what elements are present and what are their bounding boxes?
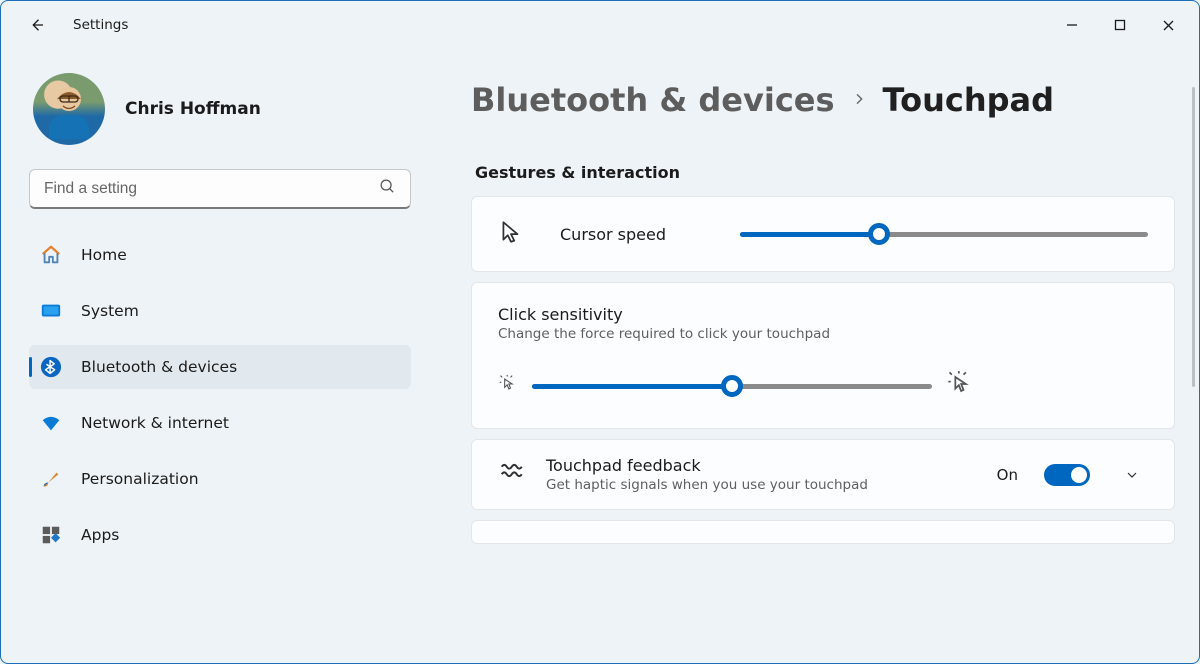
sidebar: Chris Hoffman Home System	[1, 49, 431, 663]
minimize-button[interactable]	[1049, 9, 1095, 41]
card-click-sensitivity: Click sensitivity Change the force requi…	[471, 282, 1175, 429]
main-content: Bluetooth & devices Touchpad Gestures & …	[431, 49, 1199, 663]
click-light-icon	[498, 374, 518, 398]
nav-list: Home System Bluetooth & devices Network …	[29, 233, 411, 557]
sidebar-item-label: Home	[81, 246, 127, 264]
back-button[interactable]	[21, 9, 53, 41]
cursor-speed-label: Cursor speed	[560, 225, 710, 244]
app-title: Settings	[73, 17, 128, 33]
sidebar-item-home[interactable]: Home	[29, 233, 411, 277]
close-button[interactable]	[1145, 9, 1191, 41]
avatar	[33, 73, 105, 145]
breadcrumb-current: Touchpad	[883, 81, 1055, 119]
section-gestures-title: Gestures & interaction	[475, 163, 1175, 182]
click-sensitivity-subtitle: Change the force required to click your …	[498, 326, 1148, 342]
card-cursor-speed: Cursor speed	[471, 196, 1175, 272]
sidebar-item-network[interactable]: Network & internet	[29, 401, 411, 445]
expand-button[interactable]	[1116, 459, 1148, 491]
click-sensitivity-slider[interactable]	[532, 375, 932, 397]
haptic-icon	[498, 458, 528, 492]
window-controls	[1049, 9, 1191, 41]
card-next	[471, 520, 1175, 544]
click-sensitivity-title: Click sensitivity	[498, 305, 1148, 324]
sidebar-item-label: System	[81, 302, 139, 320]
feedback-toggle[interactable]	[1044, 464, 1090, 486]
profile[interactable]: Chris Hoffman	[29, 57, 411, 169]
breadcrumb-parent[interactable]: Bluetooth & devices	[471, 81, 835, 119]
sidebar-item-bluetooth-devices[interactable]: Bluetooth & devices	[29, 345, 411, 389]
maximize-button[interactable]	[1097, 9, 1143, 41]
user-name: Chris Hoffman	[125, 99, 261, 119]
chevron-right-icon	[851, 88, 867, 113]
breadcrumb: Bluetooth & devices Touchpad	[471, 81, 1175, 119]
sidebar-item-personalization[interactable]: Personalization	[29, 457, 411, 501]
card-touchpad-feedback: Touchpad feedback Get haptic signals whe…	[471, 439, 1175, 510]
sidebar-item-system[interactable]: System	[29, 289, 411, 333]
brush-icon	[39, 467, 63, 491]
wifi-icon	[39, 411, 63, 435]
feedback-title: Touchpad feedback	[546, 456, 979, 475]
title-bar: Settings	[1, 1, 1199, 49]
bluetooth-icon	[39, 355, 63, 379]
cursor-icon	[498, 219, 524, 249]
scrollbar[interactable]	[1192, 87, 1195, 387]
feedback-state-label: On	[997, 466, 1018, 484]
click-heavy-icon	[946, 370, 974, 402]
apps-icon	[39, 523, 63, 547]
sidebar-item-apps[interactable]: Apps	[29, 513, 411, 557]
sidebar-item-label: Network & internet	[81, 414, 229, 432]
sidebar-item-label: Personalization	[81, 470, 199, 488]
feedback-subtitle: Get haptic signals when you use your tou…	[546, 477, 979, 493]
home-icon	[39, 243, 63, 267]
search-box[interactable]	[29, 169, 411, 209]
search-icon	[379, 178, 396, 199]
sidebar-item-label: Bluetooth & devices	[81, 358, 237, 376]
cursor-speed-slider[interactable]	[740, 223, 1148, 245]
search-input[interactable]	[44, 180, 379, 198]
sidebar-item-label: Apps	[81, 526, 119, 544]
system-icon	[39, 299, 63, 323]
